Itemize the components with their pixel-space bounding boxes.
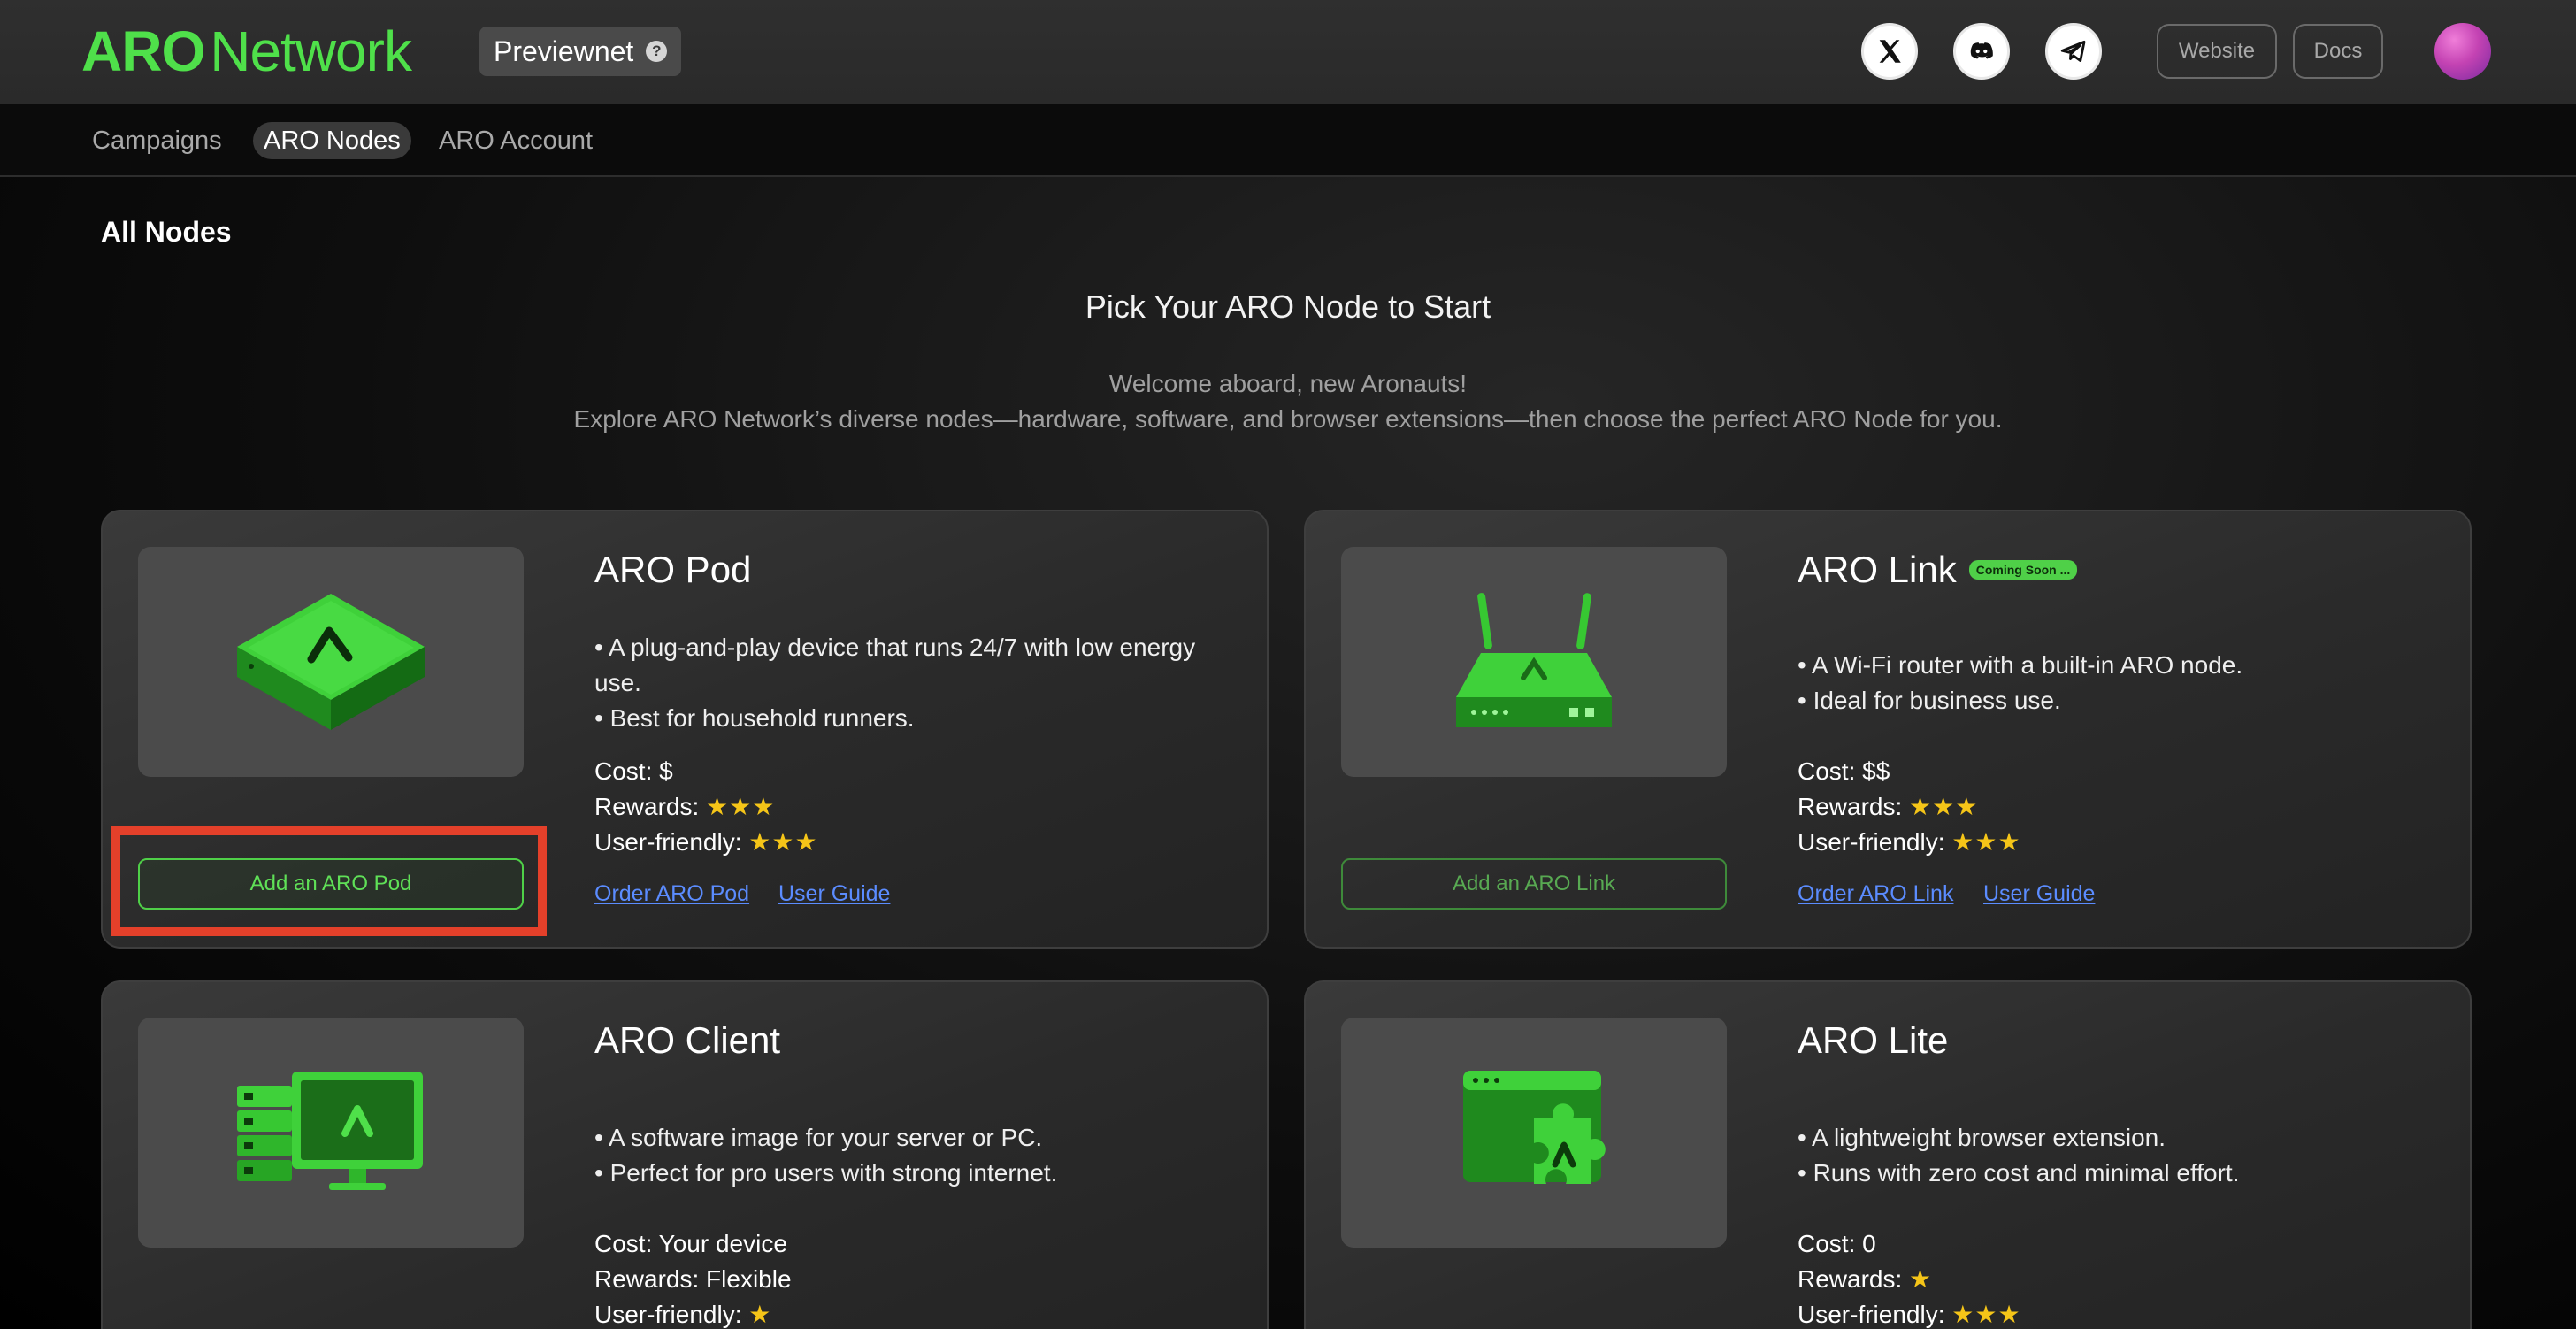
card-title-text: ARO Client (594, 1019, 781, 1061)
card-rewards: Rewards: ★★★ (1798, 789, 1978, 825)
card-title: ARO Pod (594, 549, 751, 591)
tab-campaigns[interactable]: Campaigns (81, 122, 233, 159)
discord-icon[interactable] (1953, 23, 2010, 80)
friendly-label: User-friendly: (1798, 1301, 1952, 1328)
card-cost: Cost: Your device (594, 1230, 787, 1257)
order-aro-link-link[interactable]: Order ARO Link (1798, 881, 1953, 907)
rewards-stars: ★★★ (1909, 793, 1979, 820)
rewards-label: Rewards: (1798, 1265, 1910, 1293)
card-desc-2: • Runs with zero cost and minimal effort… (1798, 1159, 2240, 1187)
add-aro-link-button[interactable]: Add an ARO Link (1341, 858, 1727, 910)
card-aro-pod: ARO Pod • A plug-and-play device that ru… (101, 510, 1269, 949)
network-label: Previewnet (494, 35, 634, 67)
friendly-stars: ★★★ (1951, 828, 2021, 856)
card-user-friendly: User-friendly: ★★★ (1798, 825, 2021, 860)
rewards-label: Rewards: (1798, 793, 1910, 820)
explore-text: Explore ARO Network’s diverse nodes—hard… (573, 405, 2003, 433)
rewards-label: Rewards: Flexible (594, 1265, 792, 1293)
brand-part-2: Network (210, 19, 412, 83)
coming-soon-badge: Coming Soon ... (1968, 560, 2078, 580)
sub-navigation: Campaigns ARO Nodes ARO Account (0, 104, 2576, 177)
card-cost: Cost: $ (594, 757, 673, 785)
card-aro-client: ARO Client • A software image for your s… (101, 980, 1269, 1329)
card-title: ARO Link Coming Soon ... (1798, 549, 2078, 591)
network-selector[interactable]: Previewnet ? (479, 27, 682, 76)
page-title: All Nodes (101, 216, 232, 248)
card-desc-2: • Best for household runners. (594, 704, 915, 732)
card-title: ARO Client (594, 1019, 780, 1062)
card-rewards: Rewards: ★ (1798, 1262, 1932, 1297)
thumb-aro-pod (138, 547, 524, 777)
friendly-stars: ★ (748, 1301, 772, 1328)
card-rewards: Rewards: ★★★ (594, 789, 775, 825)
pod-device-icon (237, 594, 425, 730)
tab-aro-nodes[interactable]: ARO Nodes (253, 122, 411, 159)
card-title-text: ARO Lite (1798, 1019, 1949, 1061)
card-desc-2: • Ideal for business use. (1798, 687, 2061, 714)
card-desc-1: • A software image for your server or PC… (594, 1124, 1043, 1151)
brand-part-1: ARO (81, 19, 205, 83)
server-monitor-icon (237, 1072, 423, 1190)
card-aro-link: ARO Link Coming Soon ... • A Wi-Fi route… (1304, 510, 2472, 949)
card-cost: Cost: $$ (1798, 757, 1890, 785)
tab-aro-account[interactable]: ARO Account (428, 122, 603, 159)
card-rewards: Rewards: Flexible (594, 1262, 792, 1297)
card-user-friendly: User-friendly: ★ (594, 1297, 771, 1329)
telegram-icon[interactable] (2045, 23, 2102, 80)
thumb-aro-client (138, 1018, 524, 1248)
friendly-stars: ★★★ (1951, 1301, 2021, 1328)
pod-user-guide-link[interactable]: User Guide (778, 881, 890, 907)
rewards-stars: ★ (1909, 1265, 1933, 1293)
help-icon[interactable]: ? (646, 41, 668, 62)
link-user-guide-link[interactable]: User Guide (1983, 881, 2095, 907)
docs-button[interactable]: Docs (2293, 24, 2383, 79)
card-title-text: ARO Pod (594, 549, 752, 590)
avatar[interactable] (2434, 23, 2491, 80)
card-desc-1: • A lightweight browser extension. (1798, 1124, 2166, 1151)
card-cost: Cost: 0 (1798, 1230, 1876, 1257)
card-title: ARO Lite (1798, 1019, 1948, 1062)
thumb-aro-link (1341, 547, 1727, 777)
rewards-stars: ★★★ (706, 793, 776, 820)
friendly-label: User-friendly: (594, 828, 749, 856)
browser-extension-icon (1463, 1071, 1606, 1184)
order-aro-pod-link[interactable]: Order ARO Pod (594, 881, 749, 907)
card-user-friendly: User-friendly: ★★★ (594, 825, 818, 860)
friendly-label: User-friendly: (594, 1301, 749, 1328)
card-title-text: ARO Link (1798, 549, 1957, 590)
top-bar: ARO Network Previewnet ? Website Docs (0, 0, 2576, 104)
rewards-label: Rewards: (594, 793, 707, 820)
main-content: All Nodes Pick Your ARO Node to Start We… (0, 177, 2576, 1329)
welcome-text: Welcome aboard, new Aronauts! (1108, 370, 1468, 397)
brand-logo[interactable]: ARO Network (81, 19, 412, 83)
thumb-aro-lite (1341, 1018, 1727, 1248)
card-desc-1: • A plug-and-play device that runs 24/7 … (594, 634, 1196, 696)
card-desc-2: • Perfect for pro users with strong inte… (594, 1159, 1058, 1187)
card-aro-lite: ARO Lite • A lightweight browser extensi… (1304, 980, 2472, 1329)
x-icon[interactable] (1861, 23, 1918, 80)
router-icon (1456, 593, 1612, 727)
friendly-stars: ★★★ (748, 828, 818, 856)
friendly-label: User-friendly: (1798, 828, 1952, 856)
card-user-friendly: User-friendly: ★★★ (1798, 1297, 2021, 1329)
website-button[interactable]: Website (2157, 24, 2277, 79)
headline: Pick Your ARO Node to Start (1085, 288, 1491, 325)
add-aro-pod-button[interactable]: Add an ARO Pod (138, 858, 524, 910)
card-desc-1: • A Wi-Fi router with a built-in ARO nod… (1798, 651, 2243, 679)
